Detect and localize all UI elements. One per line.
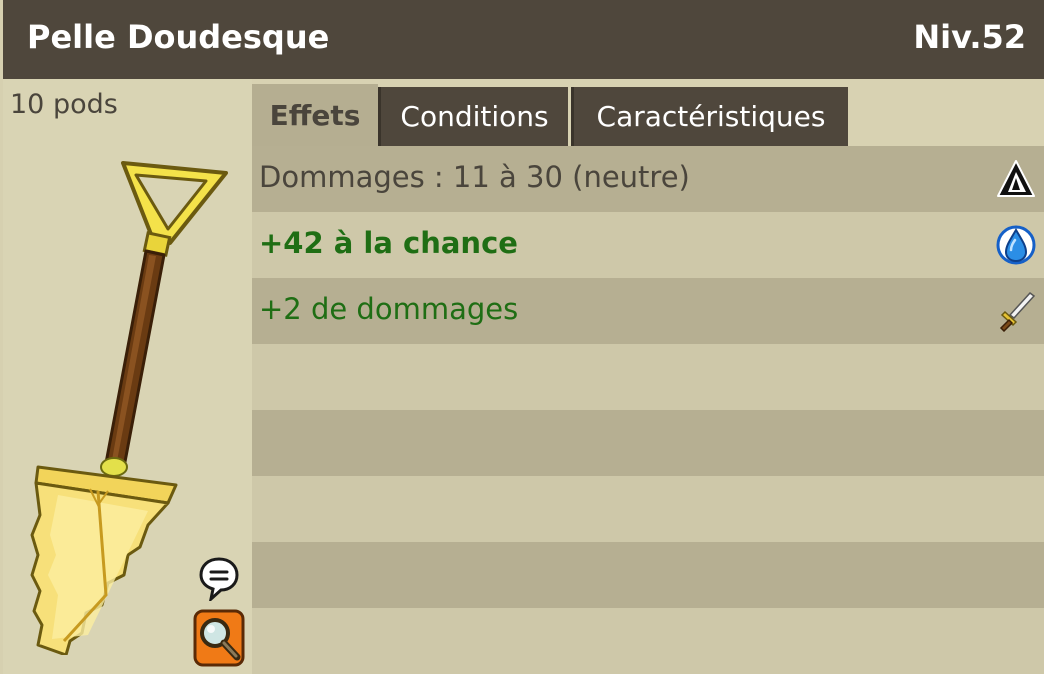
speech-bubble-icon[interactable] <box>199 557 239 601</box>
effect-text: +2 de dommages <box>259 292 519 326</box>
item-tooltip-window: Pelle Doudesque Niv.52 10 pods Effets Co… <box>0 0 1044 674</box>
effect-text: +42 à la chance <box>259 226 518 260</box>
golden-shovel-icon <box>30 161 228 655</box>
tab-conditions[interactable]: Conditions <box>378 87 568 146</box>
empty-row <box>252 410 1044 476</box>
magnifier-icon[interactable] <box>193 609 245 667</box>
title-bar: Pelle Doudesque Niv.52 <box>3 0 1044 79</box>
tab-bar: Effets Conditions Caractéristiques <box>252 84 1044 146</box>
tab-effets[interactable]: Effets <box>252 84 378 146</box>
empty-row <box>252 608 1044 674</box>
tab-caracteristiques[interactable]: Caractéristiques <box>571 87 848 146</box>
list-item: +42 à la chance <box>252 212 1044 278</box>
item-details-panel: Effets Conditions Caractéristiques Domma… <box>252 79 1044 674</box>
empty-row <box>252 542 1044 608</box>
item-weight: 10 pods <box>10 89 118 120</box>
water-drop-icon <box>996 225 1036 265</box>
list-item: Dommages : 11 à 30 (neutre) <box>252 146 1044 212</box>
item-name: Pelle Doudesque <box>27 18 330 56</box>
list-item: +2 de dommages <box>252 278 1044 344</box>
item-level: Niv.52 <box>913 18 1026 56</box>
sword-icon <box>999 291 1036 332</box>
neutral-element-icon <box>997 160 1035 197</box>
empty-row <box>252 476 1044 542</box>
empty-row <box>252 344 1044 410</box>
item-preview-panel: 10 pods <box>3 79 252 674</box>
effects-list: Dommages : 11 à 30 (neutre) +42 à la cha… <box>252 146 1044 674</box>
effect-text: Dommages : 11 à 30 (neutre) <box>259 160 690 194</box>
